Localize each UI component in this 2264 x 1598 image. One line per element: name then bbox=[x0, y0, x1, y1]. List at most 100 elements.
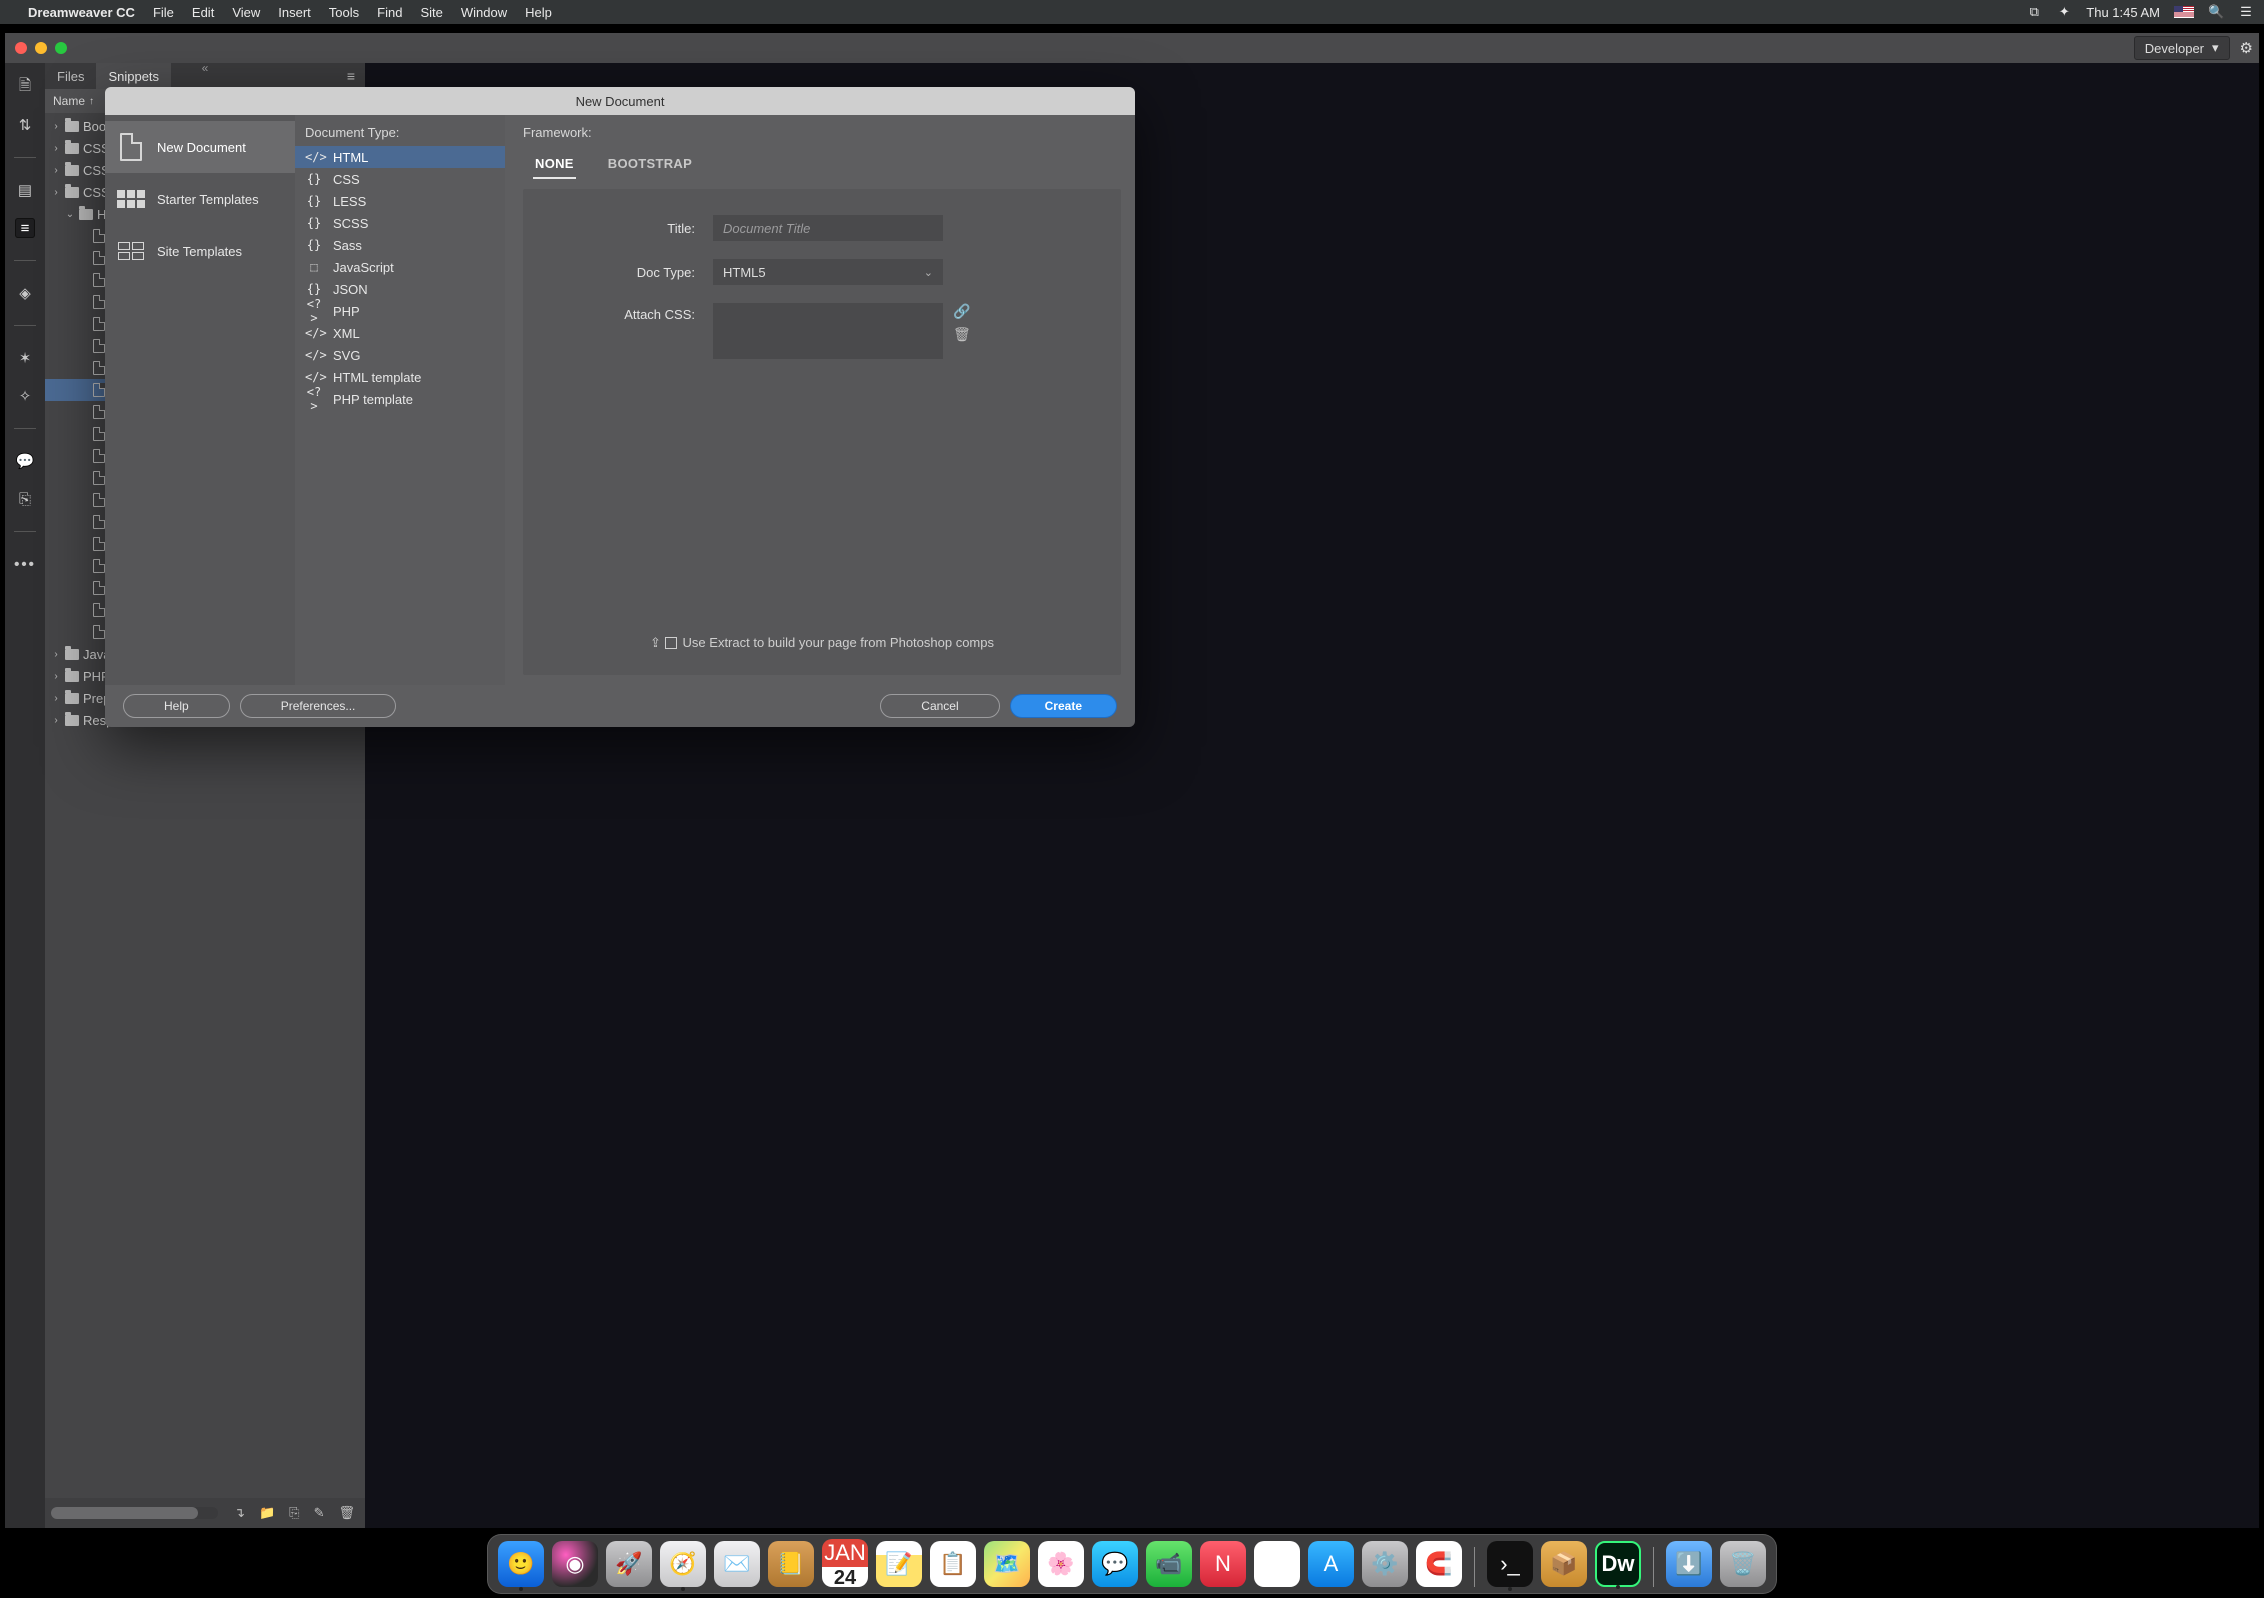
cancel-button[interactable]: Cancel bbox=[880, 694, 999, 718]
doctype-javascript[interactable]: ⬚JavaScript bbox=[295, 256, 505, 278]
tab-files[interactable]: Files bbox=[45, 63, 96, 89]
new-folder-icon[interactable]: 📁 bbox=[259, 1505, 275, 1521]
doctype-xml[interactable]: </>XML bbox=[295, 322, 505, 344]
dock-mail-icon[interactable]: ✉️ bbox=[714, 1541, 760, 1587]
doctype-select[interactable]: HTML5 ⌄ bbox=[713, 259, 943, 285]
create-button[interactable]: Create bbox=[1010, 694, 1117, 718]
app-name[interactable]: Dreamweaver CC bbox=[28, 5, 135, 20]
dock-appstore-icon[interactable]: A bbox=[1308, 1541, 1354, 1587]
dock-launchpad-icon[interactable]: 🚀 bbox=[606, 1541, 652, 1587]
link-css-icon[interactable]: 🔗 bbox=[953, 303, 971, 320]
rail-css-designer-icon[interactable]: ▤ bbox=[15, 180, 35, 200]
panel-collapse-icon[interactable]: « bbox=[202, 63, 209, 75]
dock-package-icon[interactable]: 📦 bbox=[1541, 1541, 1587, 1587]
dock-safari-icon[interactable]: 🧭 bbox=[660, 1541, 706, 1587]
dock-magnet-icon[interactable]: 🧲 bbox=[1416, 1541, 1462, 1587]
category-starter-templates[interactable]: Starter Templates bbox=[105, 173, 295, 225]
panel-menu-icon[interactable]: ≡ bbox=[343, 68, 359, 84]
dock-messages-icon[interactable]: 💬 bbox=[1092, 1541, 1138, 1587]
doctype-scss[interactable]: {}SCSS bbox=[295, 212, 505, 234]
input-source-flag-icon[interactable] bbox=[2174, 6, 2194, 18]
menu-tools[interactable]: Tools bbox=[329, 5, 359, 20]
dock-notes-icon[interactable]: 📝 bbox=[876, 1541, 922, 1587]
insert-snippet-icon[interactable]: ↴ bbox=[234, 1505, 245, 1521]
help-button[interactable]: Help bbox=[123, 694, 230, 718]
dock-news-icon[interactable]: N bbox=[1200, 1541, 1246, 1587]
dock-siri-icon[interactable]: ◉ bbox=[552, 1541, 598, 1587]
category-new-document[interactable]: New Document bbox=[105, 121, 295, 173]
rail-git-icon[interactable]: ⎘ bbox=[15, 489, 35, 509]
menu-edit[interactable]: Edit bbox=[192, 5, 214, 20]
menu-site[interactable]: Site bbox=[420, 5, 442, 20]
doctype-html-template[interactable]: </>HTML template bbox=[295, 366, 505, 388]
screenshare-icon[interactable]: ⧉ bbox=[2026, 4, 2042, 20]
doctype-php[interactable]: <?>PHP bbox=[295, 300, 505, 322]
doctype-css[interactable]: {}CSS bbox=[295, 168, 505, 190]
rail-more-icon[interactable]: ••• bbox=[15, 554, 35, 574]
tab-snippets[interactable]: Snippets bbox=[96, 63, 171, 89]
framework-tab-none[interactable]: NONE bbox=[533, 150, 576, 179]
horizontal-scrollbar[interactable] bbox=[51, 1507, 218, 1519]
window-titlebar: Developer ▾ ⚙ bbox=[5, 33, 2259, 63]
dialog-title: New Document bbox=[105, 87, 1135, 115]
delete-snippet-icon[interactable]: 🗑 bbox=[338, 1505, 355, 1521]
spotlight-icon[interactable]: 🔍 bbox=[2208, 4, 2224, 20]
doctype-html[interactable]: </>HTML bbox=[295, 146, 505, 168]
html-glyph-icon: </> bbox=[305, 150, 323, 164]
sync-settings-icon[interactable]: ⚙ bbox=[2240, 39, 2253, 57]
document-title-input[interactable] bbox=[713, 215, 943, 241]
label-attach-css: Attach CSS: bbox=[563, 303, 713, 322]
minimize-window-icon[interactable] bbox=[35, 42, 47, 54]
dock-reminders-icon[interactable]: 📋 bbox=[930, 1541, 976, 1587]
menu-help[interactable]: Help bbox=[525, 5, 552, 20]
edit-snippet-icon[interactable]: ✎ bbox=[314, 1505, 325, 1521]
doctype-less[interactable]: {}LESS bbox=[295, 190, 505, 212]
doctype-php-template[interactable]: <?>PHP template bbox=[295, 388, 505, 410]
framework-pane: Framework: NONE BOOTSTRAP Title: Doc Typ… bbox=[505, 115, 1135, 685]
menu-window[interactable]: Window bbox=[461, 5, 507, 20]
menu-find[interactable]: Find bbox=[377, 5, 402, 20]
workspace-switcher[interactable]: Developer ▾ bbox=[2134, 36, 2230, 60]
dock-terminal-icon[interactable]: ›_ bbox=[1487, 1541, 1533, 1587]
doctype-svg[interactable]: </>SVG bbox=[295, 344, 505, 366]
dock-dreamweaver-icon[interactable]: Dw bbox=[1595, 1541, 1641, 1587]
rail-file-icon[interactable]: 🗎 bbox=[15, 77, 35, 97]
dock-maps-icon[interactable]: 🗺️ bbox=[984, 1541, 1030, 1587]
menu-file[interactable]: File bbox=[153, 5, 174, 20]
status-icon[interactable]: ✦ bbox=[2056, 4, 2072, 20]
framework-tab-bootstrap[interactable]: BOOTSTRAP bbox=[606, 150, 694, 179]
rail-wand-icon[interactable]: ✶ bbox=[15, 348, 35, 368]
doctype-json[interactable]: {}JSON bbox=[295, 278, 505, 300]
extract-hint: ⇪ Use Extract to build your page from Ph… bbox=[523, 635, 1121, 651]
dock-downloads-icon[interactable]: ⬇️ bbox=[1666, 1541, 1712, 1587]
dock-system-prefs-icon[interactable]: ⚙️ bbox=[1362, 1541, 1408, 1587]
notification-center-icon[interactable]: ☰ bbox=[2238, 4, 2254, 20]
remove-css-icon[interactable]: 🗑 bbox=[953, 326, 971, 343]
rail-snippets-icon[interactable]: ≡ bbox=[15, 218, 35, 238]
new-snippet-icon[interactable]: ⎘ bbox=[289, 1505, 299, 1521]
doctype-sass[interactable]: {}Sass bbox=[295, 234, 505, 256]
file-icon bbox=[93, 449, 105, 463]
dock-contacts-icon[interactable]: 📒 bbox=[768, 1541, 814, 1587]
dock-calendar-icon[interactable]: JAN 24 bbox=[822, 1541, 868, 1587]
rail-target-icon[interactable]: ◈ bbox=[15, 283, 35, 303]
dock-photos-icon[interactable]: 🌸 bbox=[1038, 1541, 1084, 1587]
dock-trash-icon[interactable]: 🗑️ bbox=[1720, 1541, 1766, 1587]
dock-finder-icon[interactable]: 🙂 bbox=[498, 1541, 544, 1587]
rail-output-icon[interactable]: 💬 bbox=[15, 451, 35, 471]
menu-insert[interactable]: Insert bbox=[278, 5, 311, 20]
category-site-templates[interactable]: Site Templates bbox=[105, 225, 295, 277]
dock-itunes-icon[interactable]: ♪ bbox=[1254, 1541, 1300, 1587]
zoom-window-icon[interactable] bbox=[55, 42, 67, 54]
chevron-down-icon: ⌄ bbox=[924, 266, 933, 279]
menubar-clock[interactable]: Thu 1:45 AM bbox=[2086, 5, 2160, 20]
dock-facetime-icon[interactable]: 📹 bbox=[1146, 1541, 1192, 1587]
menu-view[interactable]: View bbox=[232, 5, 260, 20]
preferences-button[interactable]: Preferences... bbox=[240, 694, 397, 718]
rail-manage-sites-icon[interactable]: ⇅ bbox=[15, 115, 35, 135]
close-window-icon[interactable] bbox=[15, 42, 27, 54]
folder-icon bbox=[65, 187, 79, 198]
rail-behaviors-icon[interactable]: ✧ bbox=[15, 386, 35, 406]
extract-checkbox[interactable] bbox=[665, 637, 677, 649]
attach-css-list[interactable] bbox=[713, 303, 943, 359]
